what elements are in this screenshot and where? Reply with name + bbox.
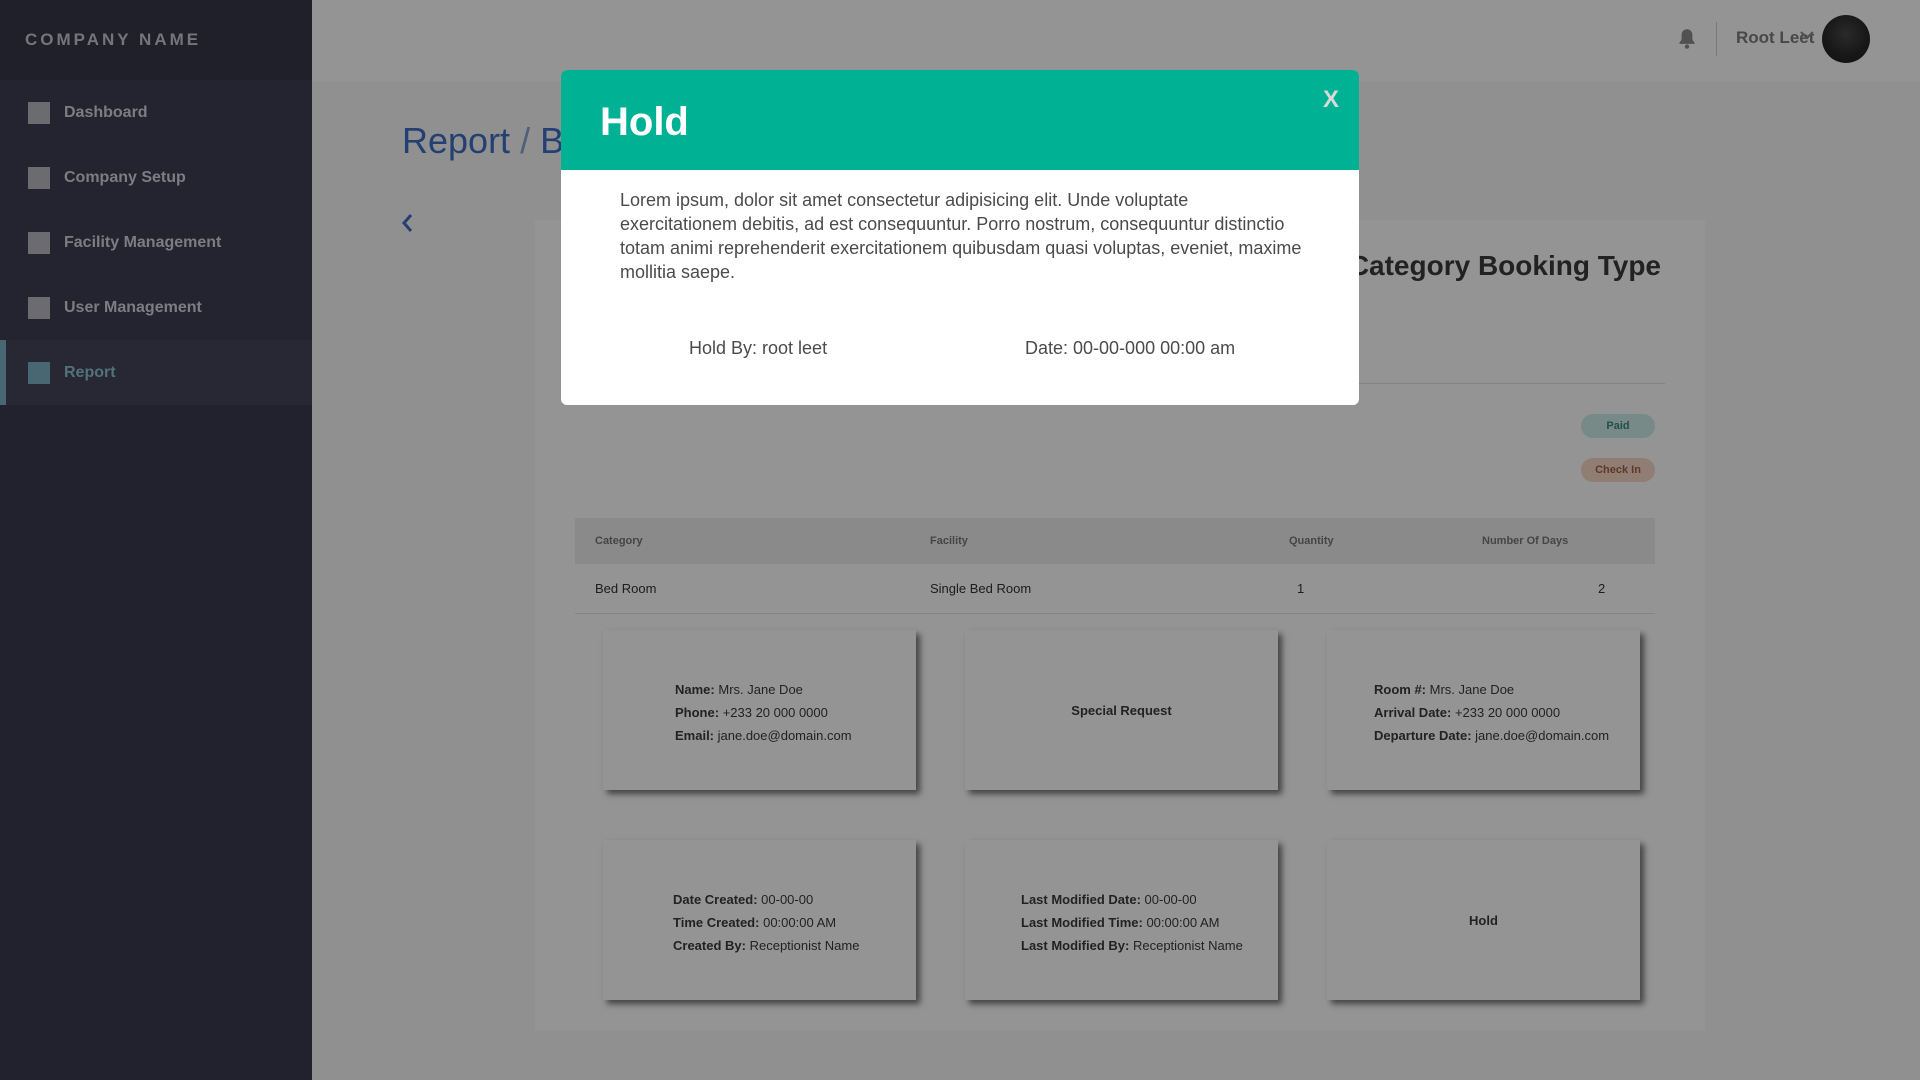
close-button[interactable]: X	[1323, 86, 1339, 114]
modal-description: Lorem ipsum, dolor sit amet consectetur …	[620, 190, 1302, 282]
modal-header: Hold X	[561, 70, 1359, 170]
modal-title: Hold	[600, 100, 689, 144]
hold-modal: Hold X Lorem ipsum, dolor sit amet conse…	[561, 70, 1359, 405]
hold-date: Date: 00-00-000 00:00 am	[1025, 338, 1236, 358]
hold-by: Hold By: root leet	[689, 338, 828, 358]
